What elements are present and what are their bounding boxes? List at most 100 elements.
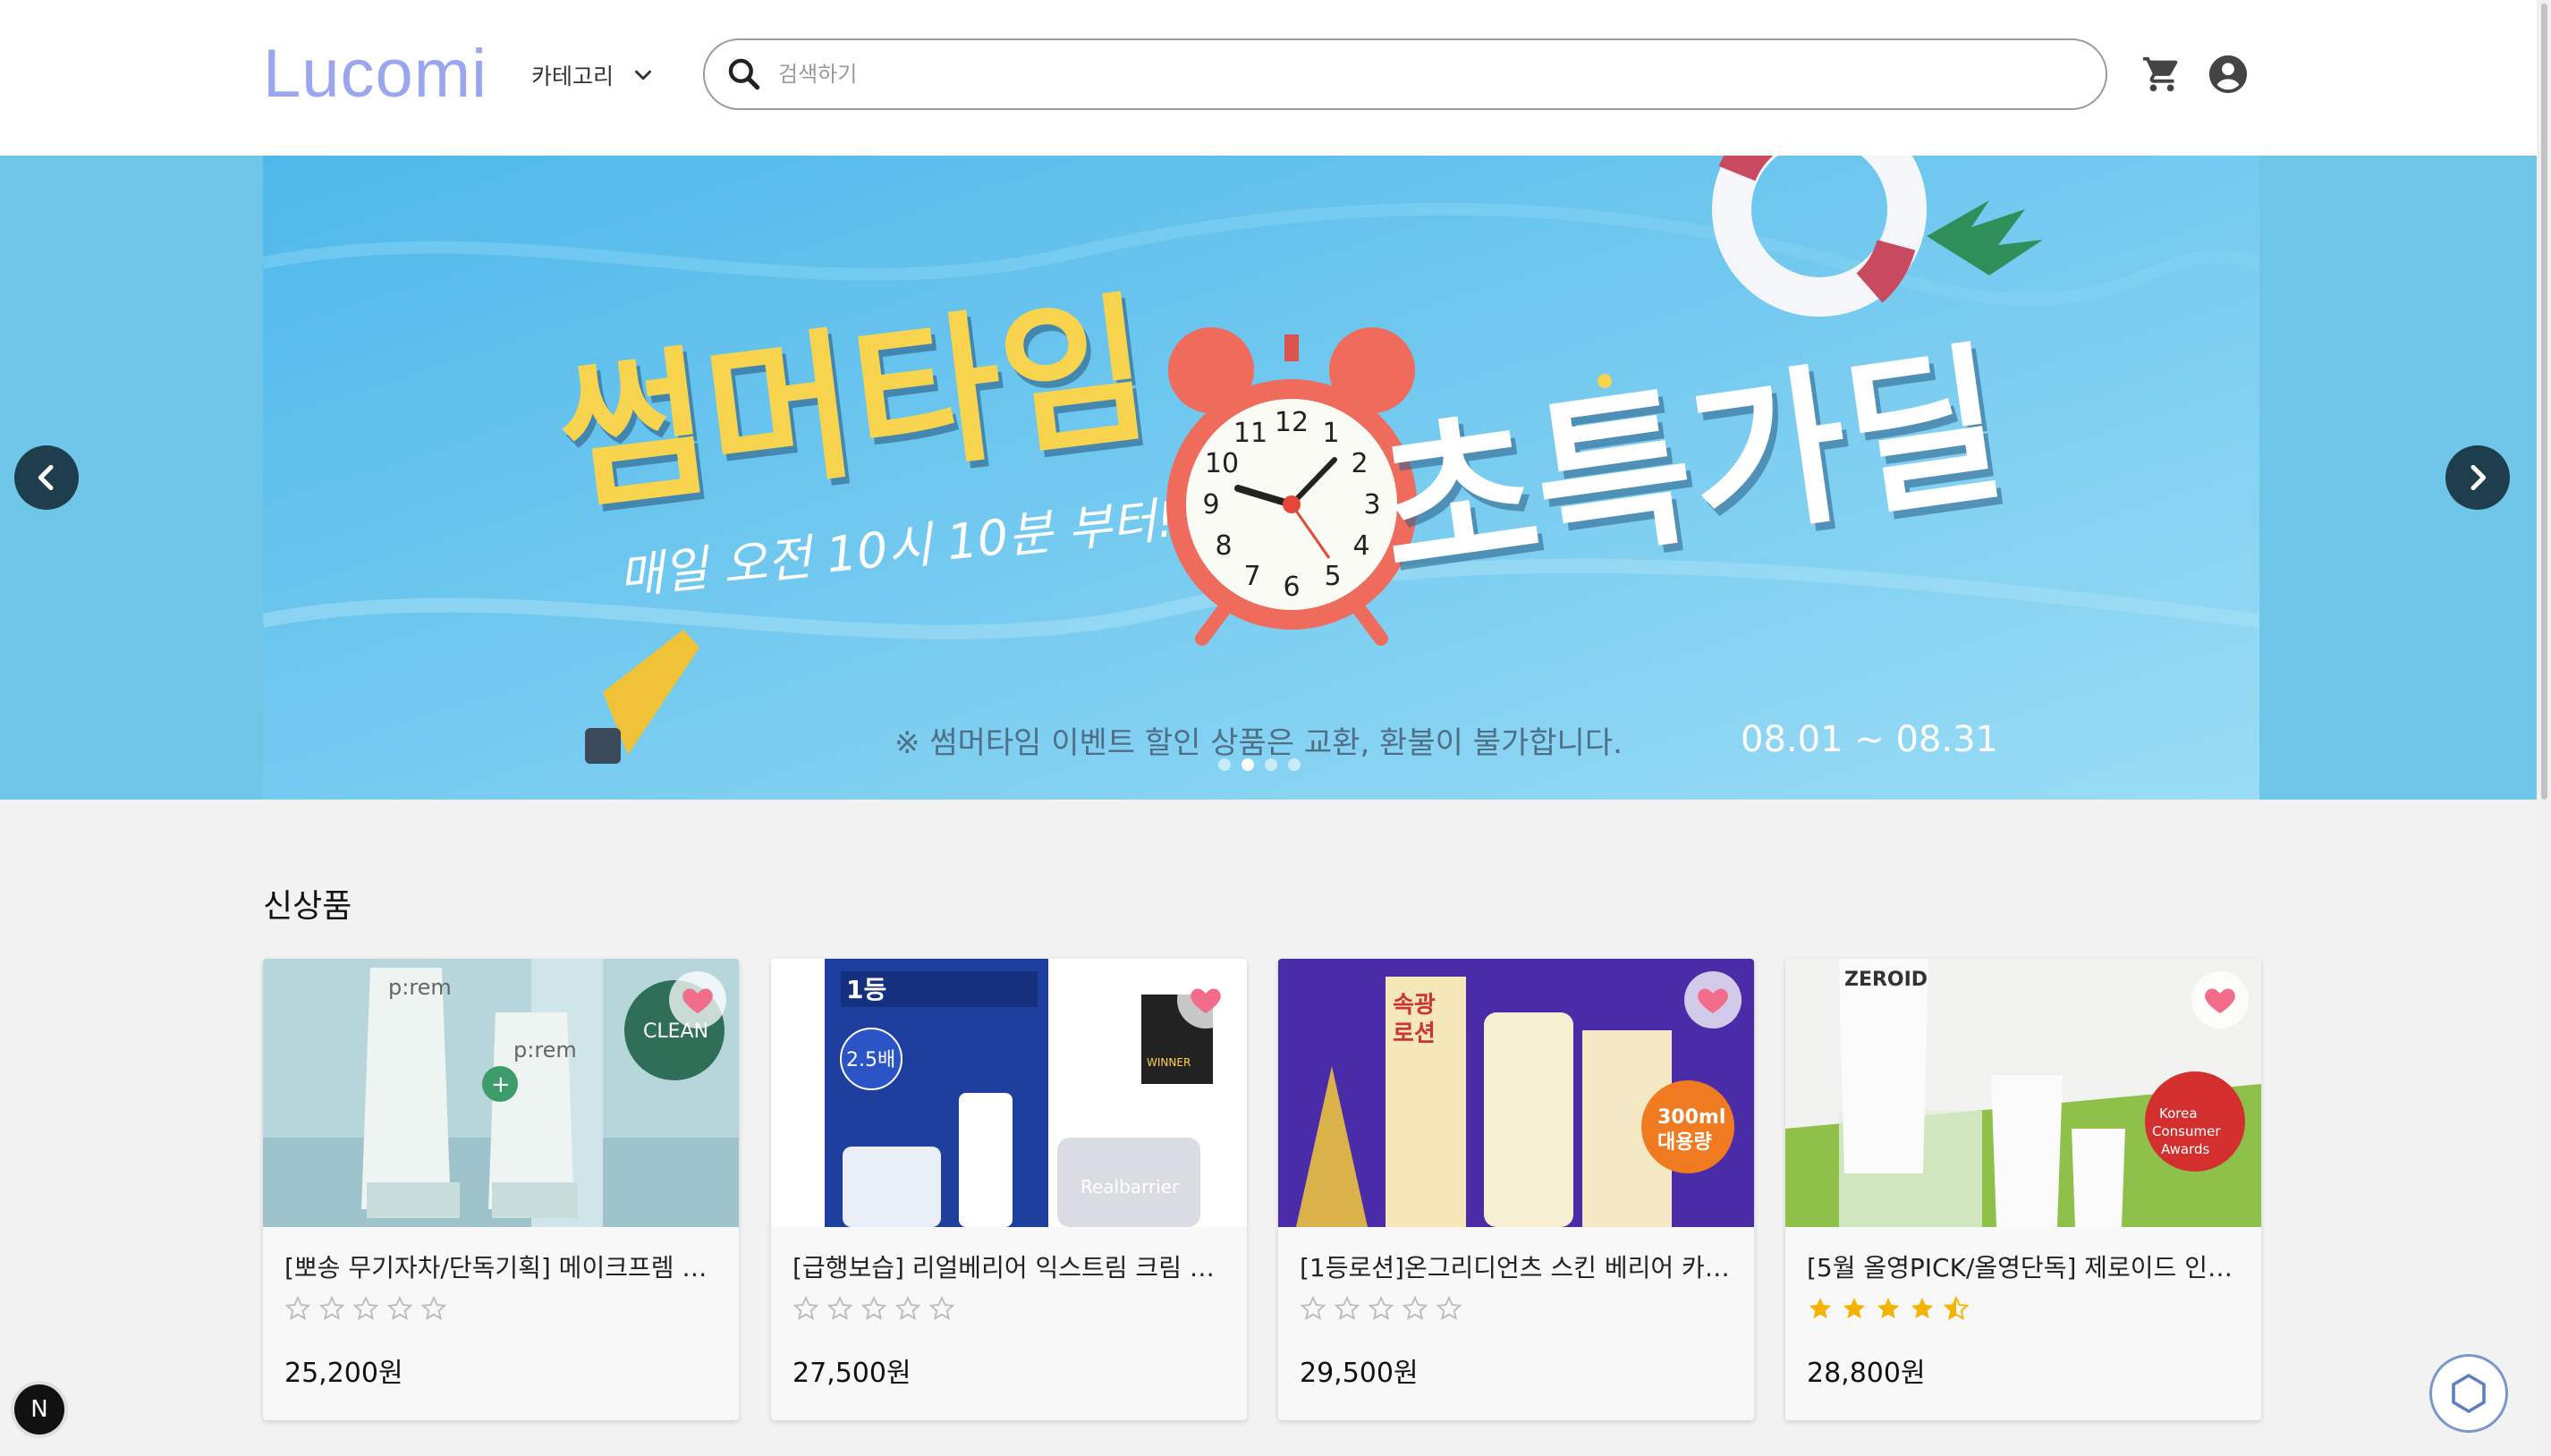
product-card[interactable]: 1등 2.5배 Realbarrier WINNER [급행보습] 리얼베리어 … (771, 959, 1247, 1420)
svg-text:6: 6 (1283, 571, 1300, 603)
svg-text:+: + (491, 1071, 511, 1098)
svg-text:p:rem: p:rem (388, 975, 452, 1000)
star-filled-icon (1911, 1298, 1934, 1319)
svg-text:9: 9 (1202, 489, 1219, 521)
product-price: 25,200원 (284, 1358, 403, 1389)
product-name[interactable]: [1등로션]온그리디언츠 스킨 베리어 카밍 … (1300, 1249, 1733, 1284)
wishlist-button[interactable] (1177, 971, 1234, 1029)
star-empty-icon (894, 1295, 921, 1320)
star-empty-icon (1402, 1295, 1428, 1320)
star-empty-icon (386, 1295, 413, 1320)
svg-text:1등: 1등 (846, 975, 886, 1004)
product-image[interactable]: 1등 2.5배 Realbarrier WINNER (771, 959, 1247, 1227)
svg-text:Realbarrier: Realbarrier (1081, 1176, 1180, 1198)
star-empty-icon (928, 1295, 955, 1320)
svg-text:3: 3 (1363, 489, 1380, 521)
chevron-left-icon (38, 464, 54, 491)
banner-dot[interactable] (1288, 758, 1301, 771)
svg-text:속광: 속광 (1393, 992, 1436, 1019)
banner-dot[interactable] (1265, 758, 1277, 771)
account-icon[interactable] (2208, 54, 2249, 95)
svg-text:8: 8 (1215, 530, 1232, 562)
star-half-icon (1943, 1295, 1970, 1320)
scrollbar-thumb[interactable] (2541, 4, 2547, 800)
banner-prev-button[interactable] (14, 445, 79, 510)
hexagon-icon (2452, 1373, 2486, 1414)
search-input[interactable] (776, 61, 2032, 88)
logo[interactable]: Lucomi (263, 34, 487, 114)
banner-next-button[interactable] (2445, 445, 2510, 510)
product-price: 28,800원 (1807, 1358, 1926, 1389)
banner-dot[interactable] (1218, 758, 1231, 771)
category-dropdown[interactable]: 카테고리 (531, 54, 657, 97)
star-empty-icon (1368, 1295, 1394, 1320)
svg-text:Consumer: Consumer (2152, 1123, 2221, 1139)
star-empty-icon (352, 1295, 379, 1320)
category-label: 카테고리 (531, 63, 614, 89)
svg-text:4: 4 (1352, 530, 1369, 562)
svg-text:ZEROID: ZEROID (1844, 969, 1928, 991)
heart-icon (1698, 988, 1728, 1013)
product-price: 29,500원 (1300, 1358, 1419, 1389)
svg-text:10: 10 (1205, 448, 1239, 479)
banner-notice: ※ 썸머타임 이벤트 할인 상품은 교환, 환불이 불가합니다. (894, 725, 1623, 761)
product-name[interactable]: [뽀송 무기자차/단독기획] 메이크프렘 유… (284, 1249, 717, 1284)
banner-period: 08.01 ~ 08.31 (1741, 719, 1998, 760)
wishlist-button[interactable] (1684, 971, 1742, 1029)
wishlist-button[interactable] (2191, 971, 2249, 1029)
svg-text:7: 7 (1243, 561, 1260, 592)
product-price: 27,500원 (792, 1358, 911, 1389)
svg-text:WINNER: WINNER (1147, 1056, 1191, 1069)
search-icon[interactable] (725, 55, 764, 94)
svg-text:2: 2 (1351, 448, 1368, 479)
hero-banner[interactable]: 썸머타임 썸머타임 매일 오전 10시 10분 부터! 12 1 2 345 678… (263, 156, 2259, 800)
section-title-new-products: 신상품 (263, 888, 352, 925)
star-empty-icon (860, 1295, 887, 1320)
svg-text:300ml: 300ml (1657, 1106, 1725, 1129)
product-card[interactable]: ZEROID Korea Consumer Awards [5월 올영PICK/… (1785, 959, 2261, 1420)
product-rating (1300, 1295, 1462, 1322)
svg-text:12: 12 (1275, 407, 1309, 438)
svg-text:11: 11 (1233, 418, 1267, 449)
banner-artwork: 썸머타임 썸머타임 매일 오전 10시 10분 부터! 12 12 345 678… (263, 156, 2259, 800)
svg-text:대용량: 대용량 (1657, 1131, 1712, 1154)
star-empty-icon (1334, 1295, 1360, 1320)
product-image[interactable]: 속광 로션 300ml 대용량 (1278, 959, 1754, 1227)
star-empty-icon (420, 1295, 447, 1320)
svg-text:Awards: Awards (2161, 1141, 2210, 1157)
product-card[interactable]: 속광 로션 300ml 대용량 [1등로션]온그리디언츠 스킨 베리어 카밍 …… (1278, 959, 1754, 1420)
product-card[interactable]: p:rem p:rem + CLEAN [뽀송 무기자차/단독기획] 메이크프렘… (263, 959, 739, 1420)
wishlist-button[interactable] (669, 971, 726, 1029)
product-rating (1807, 1295, 1970, 1322)
svg-text:p:rem: p:rem (513, 1037, 577, 1062)
svg-text:2.5배: 2.5배 (846, 1049, 895, 1071)
heart-icon (682, 988, 713, 1013)
star-empty-icon (284, 1295, 311, 1320)
star-empty-icon (826, 1295, 853, 1320)
star-empty-icon (318, 1295, 345, 1320)
product-image[interactable]: ZEROID Korea Consumer Awards (1785, 959, 2261, 1227)
product-rating (284, 1295, 447, 1322)
heart-icon (1191, 988, 1221, 1013)
svg-text:로션: 로션 (1393, 1020, 1436, 1047)
banner-pagination (1218, 758, 1301, 771)
header: Lucomi 카테고리 (0, 0, 2537, 157)
product-name[interactable]: [급행보습] 리얼베리어 익스트림 크림 70… (792, 1249, 1225, 1284)
search-bar[interactable] (703, 38, 2107, 110)
star-filled-icon (1843, 1298, 1866, 1319)
svg-text:Korea: Korea (2159, 1105, 2198, 1122)
n-badge[interactable]: N (14, 1384, 64, 1435)
floating-action-button[interactable] (2429, 1354, 2508, 1433)
heart-icon (2205, 988, 2235, 1013)
product-name[interactable]: [5월 올영PICK/올영단독] 제로이드 인텐… (1807, 1249, 2240, 1284)
star-empty-icon (1436, 1295, 1462, 1320)
svg-text:1: 1 (1322, 418, 1339, 449)
chevron-right-icon (2470, 464, 2487, 491)
product-rating (792, 1295, 955, 1322)
banner-dot[interactable] (1242, 758, 1254, 771)
star-filled-icon (1877, 1298, 1900, 1319)
star-filled-icon (1809, 1298, 1832, 1319)
cart-icon[interactable] (2141, 54, 2182, 95)
chevron-down-icon (635, 70, 652, 80)
product-image[interactable]: p:rem p:rem + CLEAN (263, 959, 739, 1227)
